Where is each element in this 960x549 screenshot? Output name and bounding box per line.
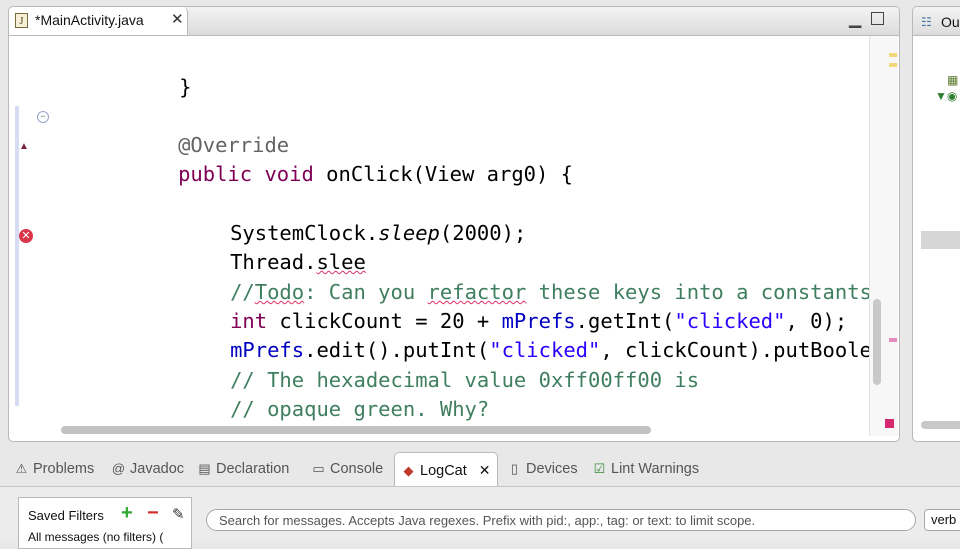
code-editor[interactable]: } @Override public void onClick(View arg… [49, 36, 899, 421]
lint-warnings-icon: ☑ [593, 461, 606, 476]
error-summary-marker[interactable] [885, 419, 894, 428]
editor-pane: J *MainActivity.java ✕ ▁ − ▲ ✕ } @Overri… [8, 6, 900, 442]
override-indicator-icon: ▲ [19, 141, 29, 152]
outline-scrollbar[interactable] [921, 421, 960, 429]
declaration-icon: ▤ [198, 461, 211, 476]
close-icon[interactable]: ✕ [171, 10, 184, 28]
outline-icon: ☷ [921, 15, 932, 29]
change-marker [15, 164, 19, 406]
tab-console[interactable]: ▭ Console [311, 452, 383, 486]
minimize-icon[interactable]: ▁ [849, 9, 861, 29]
logcat-icon: ◆ [403, 463, 414, 478]
warning-marker[interactable] [889, 53, 897, 57]
bottom-tab-bar: ⚠ Problems @ Javadoc ▤ Declaration ▭ Console… [0, 452, 960, 486]
tab-problems[interactable]: ⚠ Problems [14, 452, 95, 486]
editor-tab-label: *MainActivity.java [35, 12, 144, 28]
error-marker[interactable] [889, 338, 897, 342]
close-icon[interactable]: ✕ [479, 462, 491, 478]
devices-icon: ▯ [510, 461, 519, 476]
class-tree-icon[interactable]: ▼◉ [935, 89, 957, 103]
add-filter-icon[interactable]: + [121, 502, 133, 525]
log-level-select[interactable]: verb [924, 509, 960, 531]
code-line: // The hexadecimal value 0xff00ff00 is [230, 368, 700, 392]
code-line: SystemClock.sleep(2000); [230, 221, 527, 245]
editor-tab-mainactivity[interactable]: J *MainActivity.java ✕ [9, 7, 188, 35]
filter-list-item-all-messages[interactable]: All messages (no filters) ( [28, 530, 188, 544]
java-file-icon: J [15, 13, 28, 28]
problems-icon: ⚠ [15, 461, 28, 476]
imports-icon[interactable]: ▦ [947, 73, 958, 87]
javadoc-icon: @ [111, 461, 126, 476]
warning-marker[interactable] [889, 63, 897, 67]
vertical-scrollbar-thumb[interactable] [873, 299, 881, 385]
tab-declaration[interactable]: ▤ Declaration [197, 452, 289, 486]
console-icon: ▭ [312, 461, 325, 476]
editor-tab-bar: J *MainActivity.java ✕ ▁ [9, 7, 899, 36]
tab-lint-warnings[interactable]: ☑ Lint Warnings [592, 452, 699, 486]
code-line: //Todo: Can you refactor these keys into… [230, 280, 885, 304]
outline-tab[interactable]: ☷ Ou [913, 7, 960, 36]
code-line: @Override [178, 133, 290, 157]
code-line: } [179, 75, 192, 99]
remove-filter-icon[interactable]: − [147, 502, 159, 525]
outline-selection-bar[interactable] [921, 231, 960, 249]
fold-collapse-icon[interactable]: − [37, 111, 49, 123]
error-icon[interactable]: ✕ [19, 229, 33, 243]
edit-filter-icon[interactable]: ✎ [172, 505, 185, 523]
code-line: mPrefs.edit().putInt("clicked", clickCou… [230, 338, 900, 362]
code-line: public void onClick(View arg0) { [178, 162, 574, 186]
saved-filters-label: Saved Filters [28, 508, 104, 523]
code-line: // opaque green. Why? [230, 397, 490, 421]
code-line: int clickCount = 20 + mPrefs.getInt("cli… [230, 309, 848, 333]
outline-pane: ☷ Ou ▦ ▼◉ [912, 6, 960, 442]
code-line: Thread.slee [230, 250, 366, 274]
maximize-icon[interactable] [871, 12, 884, 25]
horizontal-scrollbar-thumb[interactable] [61, 426, 651, 434]
logcat-search-input[interactable] [206, 509, 916, 531]
tab-javadoc[interactable]: @ Javadoc [111, 452, 184, 486]
tab-devices[interactable]: ▯ Devices [507, 452, 578, 486]
outline-tab-label: Ou [941, 14, 960, 30]
editor-gutter [9, 36, 49, 420]
tab-logcat[interactable]: ◆ LogCat ✕ [394, 452, 498, 486]
